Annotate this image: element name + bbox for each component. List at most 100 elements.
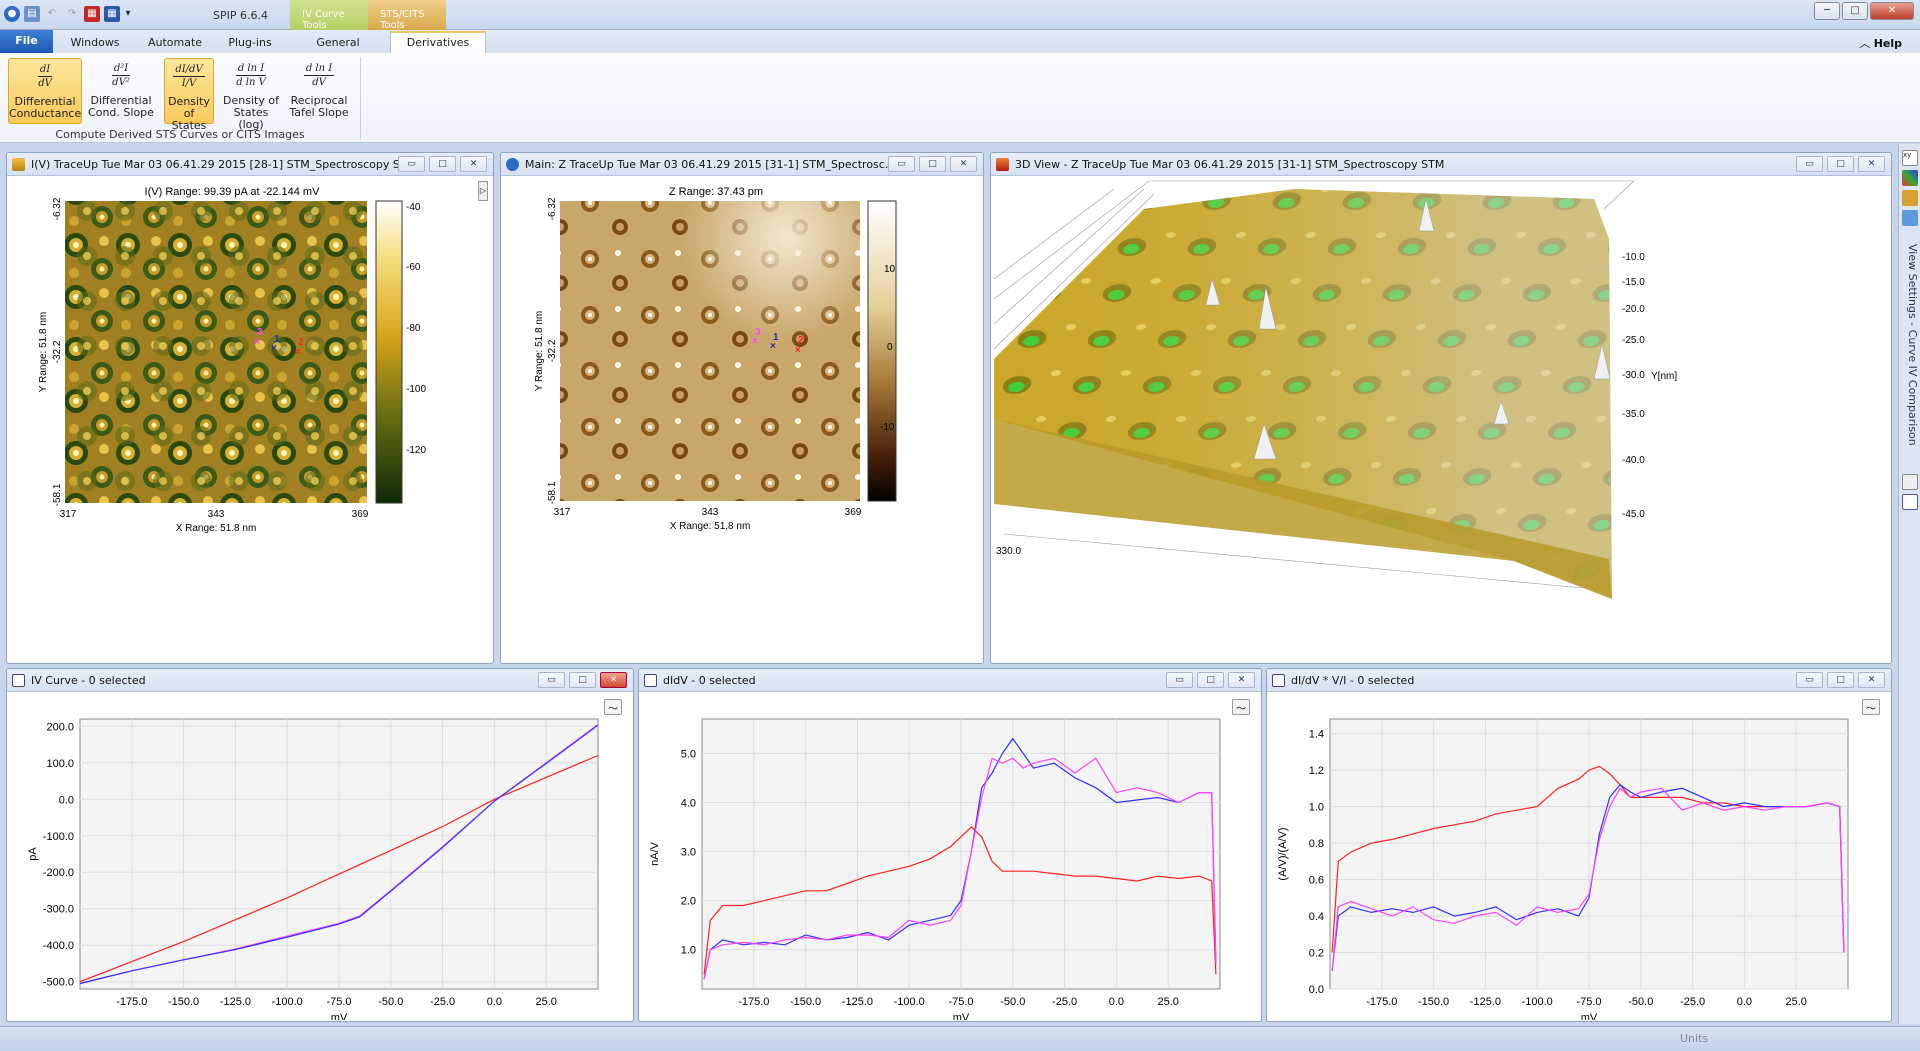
- didv-window[interactable]: dIdV - 0 selected ▭ □ ✕ 〜 -175.0 -150.0 -125…: [638, 668, 1262, 1024]
- maximize-button[interactable]: □: [1197, 672, 1224, 688]
- tab-plugins[interactable]: Plug-ins: [215, 33, 285, 53]
- cbar-tick: 0: [887, 342, 893, 353]
- minimize-button[interactable]: ▭: [538, 672, 565, 688]
- window-title: Main: Z TraceUp Tue Mar 03 06.41.29 2015…: [525, 158, 895, 171]
- grid-icon[interactable]: ▦: [104, 6, 120, 22]
- x-axis-label: mV: [331, 1012, 348, 1020]
- reciprocal-tafel-slope-button[interactable]: d ln IdV Reciprocal Tafel Slope: [286, 58, 352, 124]
- iv-image-plot: I(V) Range: 99.39 pA at -22.144 mV 3 × 1…: [38, 186, 426, 534]
- density-of-states-button[interactable]: dI/dV I/V Density of States: [164, 58, 214, 132]
- maximize-button[interactable]: □: [919, 156, 946, 172]
- customize-dropdown-icon[interactable]: ▾: [124, 6, 132, 22]
- minimize-button[interactable]: ▭: [398, 156, 425, 172]
- colorbar-ticks: -40 -60 -80 -100 -120: [406, 202, 426, 456]
- iv-image-window[interactable]: I(V) TraceUp Tue Mar 03 06.41.29 2015 [2…: [6, 152, 494, 664]
- close-button[interactable]: ✕: [600, 672, 627, 688]
- ribbon-group-separator: [360, 57, 361, 139]
- view3d-window[interactable]: 3D View - Z TraceUp Tue Mar 03 06.41.29 …: [990, 152, 1892, 664]
- y-tick: -20.0: [1622, 304, 1645, 315]
- iv-curve-window[interactable]: IV Curve - 0 selected ▭ □ ✕ 〜 -175.0 -150.0…: [6, 668, 634, 1024]
- dos-window[interactable]: dI/dV * V/I - 0 selected ▭ □ ✕ 〜 -175.0 -15…: [1266, 668, 1892, 1024]
- dos-chart[interactable]: -175.0 -150.0 -125.0 -100.0 -75.0 -50.0 -25.0 0…: [1270, 695, 1890, 1024]
- help-button[interactable]: ︿ Help: [1859, 35, 1902, 51]
- side-panel: xy View Settings - Curve IV Comparison: [1898, 144, 1920, 1024]
- marker-2: ×: [295, 347, 301, 358]
- palette-icon[interactable]: [1902, 170, 1918, 186]
- tab-general[interactable]: General: [298, 33, 378, 53]
- chart-icon: [1272, 674, 1285, 687]
- close-button[interactable]: ✕: [1228, 672, 1255, 688]
- context-tab-sts-cits-tools[interactable]: STS/CITS Tools: [368, 0, 446, 31]
- maximize-button[interactable]: □: [569, 672, 596, 688]
- chart-tool-icon[interactable]: [1902, 190, 1918, 206]
- ribbon-group-label: Compute Derived STS Curves or CITS Image…: [55, 128, 305, 141]
- chart-options-button[interactable]: 〜: [604, 699, 622, 715]
- x-tick: 369: [845, 507, 862, 518]
- maximize-button[interactable]: □: [429, 156, 456, 172]
- x-tick-label: -25.0: [1052, 996, 1077, 1008]
- close-button[interactable]: ✕: [950, 156, 977, 172]
- tab-automate[interactable]: Automate: [140, 33, 210, 53]
- chart-options-button[interactable]: 〜: [1862, 699, 1880, 715]
- xy-icon[interactable]: xy: [1902, 150, 1918, 166]
- x-tick-label: -175.0: [738, 996, 769, 1008]
- didv-icon: dI dV: [37, 64, 53, 89]
- units-label: Units: [1680, 1032, 1709, 1045]
- y-tick-label: 4.0: [681, 797, 696, 809]
- x-tick-label: -75.0: [326, 996, 351, 1008]
- close-button[interactable]: ✕: [1858, 156, 1885, 172]
- minimize-button[interactable]: ▭: [1796, 672, 1823, 688]
- close-button[interactable]: ✕: [1870, 2, 1914, 20]
- layers-icon[interactable]: [1902, 210, 1918, 226]
- window-title: dIdV - 0 selected: [663, 674, 756, 687]
- x-tick: 343: [702, 507, 719, 518]
- y-tick: -32.2: [547, 339, 558, 362]
- window-content: 〜 -175.0 -150.0 -125.0 -100.0 -75.0 -50.0 -25.…: [642, 695, 1260, 1024]
- x-tick-label: -75.0: [1576, 996, 1601, 1008]
- context-tab-iv-curve-tools[interactable]: IV Curve Tools: [290, 0, 368, 31]
- maximize-button[interactable]: □: [1827, 672, 1854, 688]
- differential-cond-slope-button[interactable]: d²I dV² Differential Cond. Slope: [88, 58, 154, 124]
- minimize-button[interactable]: ▭: [1166, 672, 1193, 688]
- iv-curve-chart[interactable]: -175.0 -150.0 -125.0 -100.0 -75.0 -50.0 -25.0 0…: [10, 695, 632, 1024]
- window-content: -10.0 -15.0 -20.0 -25.0 -30.0 -35.0 -40.…: [993, 179, 1888, 660]
- chart-options-button[interactable]: 〜: [1232, 699, 1250, 715]
- open-file-icon[interactable]: ▤: [24, 6, 40, 22]
- didv-chart[interactable]: -175.0 -150.0 -125.0 -100.0 -75.0 -50.0 -25.0 0…: [642, 695, 1260, 1024]
- dlni-dlnv-icon: d ln Id ln V: [235, 63, 267, 88]
- close-button[interactable]: ✕: [460, 156, 487, 172]
- minimize-button[interactable]: ▭: [1796, 156, 1823, 172]
- x-tick-label: -100.0: [272, 996, 303, 1008]
- y-tick-label: 0.8: [1309, 838, 1324, 850]
- tab-windows[interactable]: Windows: [60, 33, 130, 53]
- tab-derivatives[interactable]: Derivatives: [390, 31, 486, 54]
- palette-icon[interactable]: ▦: [84, 6, 100, 22]
- window-content: 〜 -175.0 -150.0 -125.0 -100.0 -75.0 -50.0 -25.…: [1270, 695, 1890, 1024]
- maximize-button[interactable]: □: [1827, 156, 1854, 172]
- cbar-tick: -120: [406, 445, 426, 456]
- redo-icon[interactable]: ↷: [64, 6, 80, 22]
- side-panel-label[interactable]: View Settings - Curve IV Comparison: [1901, 244, 1919, 464]
- document-icon[interactable]: [1902, 474, 1918, 490]
- x-axis-label: X Range: 51.8 nm: [176, 523, 257, 534]
- dlni-dv-icon: d ln IdV: [303, 63, 335, 88]
- marker-3: ×: [752, 336, 758, 347]
- undo-icon[interactable]: ↶: [44, 6, 60, 22]
- minimize-button[interactable]: ▭: [888, 156, 915, 172]
- spectrum-icon[interactable]: [1902, 494, 1918, 510]
- app-menu-icon[interactable]: ●: [4, 6, 20, 22]
- y-axis-label: Y Range: 51.8 nm: [38, 312, 49, 392]
- layers-icon: [12, 158, 25, 171]
- panel-toggle-button[interactable]: ▷: [478, 181, 488, 201]
- 3d-view-icon: [996, 158, 1009, 171]
- y-tick-label: 0.0: [1309, 984, 1324, 996]
- differential-conductance-button[interactable]: dI dV Differential Conductance: [8, 58, 82, 124]
- minimize-button[interactable]: ─: [1814, 2, 1840, 20]
- y-tick: -30.0: [1622, 370, 1645, 381]
- tab-file[interactable]: File: [0, 30, 53, 53]
- close-button[interactable]: ✕: [1858, 672, 1885, 688]
- x-axis-label: X Range: 51.8 nm: [670, 521, 751, 532]
- maximize-button[interactable]: □: [1842, 2, 1868, 20]
- z-image-window[interactable]: Main: Z TraceUp Tue Mar 03 06.41.29 2015…: [500, 152, 984, 664]
- density-of-states-log-button[interactable]: d ln Id ln V Density of States (log): [220, 58, 282, 131]
